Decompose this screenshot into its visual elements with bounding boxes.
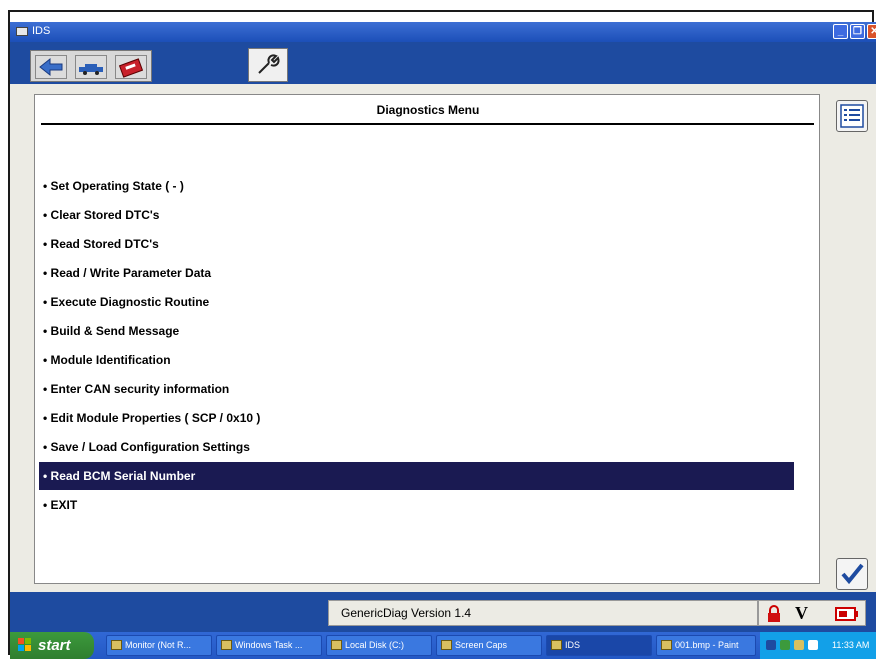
start-button[interactable]: start [10,632,94,659]
taskbar-item-label: Monitor (Not R... [125,640,192,650]
status-icon-group: V [758,600,866,626]
list-icon [840,104,864,128]
menu-item-read-bcm-serial-number[interactable]: • Read BCM Serial Number [39,462,794,490]
status-bar: GenericDiag Version 1.4 V [10,592,876,630]
windows-taskbar: start Monitor (Not R... Windows Task ...… [10,632,876,659]
vehicle-voltage-icon[interactable]: V [795,603,808,624]
toolbox-icon[interactable] [115,55,147,79]
tray-app-icon[interactable] [794,640,804,650]
nav-tab-group [30,50,152,82]
system-tray: 11:33 AM [760,632,876,659]
list-view-button[interactable] [836,100,868,132]
app-icon [111,640,122,650]
menu-item-read-write-parameter-data[interactable]: • Read / Write Parameter Data [39,259,794,287]
menu-item-clear-stored-dtcs[interactable]: • Clear Stored DTC's [39,201,794,229]
menu-item-set-operating-state[interactable]: • Set Operating State ( - ) [39,172,794,200]
windows-logo-icon [18,638,31,651]
menu-item-build-send-message[interactable]: • Build & Send Message [39,317,794,345]
content-area: Diagnostics Menu • Set Operating State (… [10,84,876,592]
taskbar-item-screen-caps[interactable]: Screen Caps [436,635,542,656]
menu-item-enter-can-security[interactable]: • Enter CAN security information [39,375,794,403]
app-icon [551,640,562,650]
network-icon[interactable] [766,640,776,650]
menu-item-execute-diagnostic-routine[interactable]: • Execute Diagnostic Routine [39,288,794,316]
lock-icon[interactable] [767,605,781,623]
paint-icon [661,640,672,650]
window-titlebar[interactable]: IDS _ ❐ ✕ [10,22,876,42]
menu-item-read-stored-dtcs[interactable]: • Read Stored DTC's [39,230,794,258]
toolbar [10,42,876,84]
taskbar-item-label: Windows Task ... [235,640,303,650]
confirm-check-button[interactable] [836,558,868,590]
close-button[interactable]: ✕ [867,24,876,39]
start-label: start [38,637,71,654]
taskbar-item-label: Screen Caps [455,640,508,650]
menu-item-edit-module-properties[interactable]: • Edit Module Properties ( SCP / 0x10 ) [39,404,794,432]
taskbar-item-local-disk[interactable]: Local Disk (C:) [326,635,432,656]
back-arrow-icon[interactable] [35,55,67,79]
taskbar-item-task-manager[interactable]: Windows Task ... [216,635,322,656]
menu-title: Diagnostics Menu [376,103,480,117]
app-icon [221,640,232,650]
window-title: IDS [32,25,51,37]
battery-icon[interactable] [835,606,859,622]
taskbar-item-label: 001.bmp - Paint [675,640,739,650]
app-body: Diagnostics Menu • Set Operating State (… [10,42,876,632]
minimize-button[interactable]: _ [833,24,848,39]
folder-icon [331,640,342,650]
menu-item-exit[interactable]: • EXIT [39,491,794,519]
taskbar-item-paint[interactable]: 001.bmp - Paint [656,635,756,656]
wrench-tab[interactable] [248,48,288,82]
menu-item-save-load-configuration[interactable]: • Save / Load Configuration Settings [39,433,794,461]
checkmark-icon [841,563,864,585]
menu-item-module-identification[interactable]: • Module Identification [39,346,794,374]
taskbar-clock: 11:33 AM [832,640,870,650]
vehicle-icon[interactable] [75,55,107,79]
title-divider [41,123,814,125]
version-status: GenericDiag Version 1.4 [328,600,758,626]
tray-app-icon[interactable] [780,640,790,650]
folder-icon [441,640,452,650]
diagnostics-menu-panel: Diagnostics Menu • Set Operating State (… [34,94,820,584]
taskbar-item-ids[interactable]: IDS [546,635,652,656]
taskbar-item-label: Local Disk (C:) [345,640,405,650]
wrench-icon [258,54,280,74]
taskbar-item-monitor[interactable]: Monitor (Not R... [106,635,212,656]
app-window-icon [16,27,28,36]
tray-app-icon[interactable] [808,640,818,650]
maximize-button[interactable]: ❐ [850,24,865,39]
taskbar-item-label: IDS [565,640,581,650]
